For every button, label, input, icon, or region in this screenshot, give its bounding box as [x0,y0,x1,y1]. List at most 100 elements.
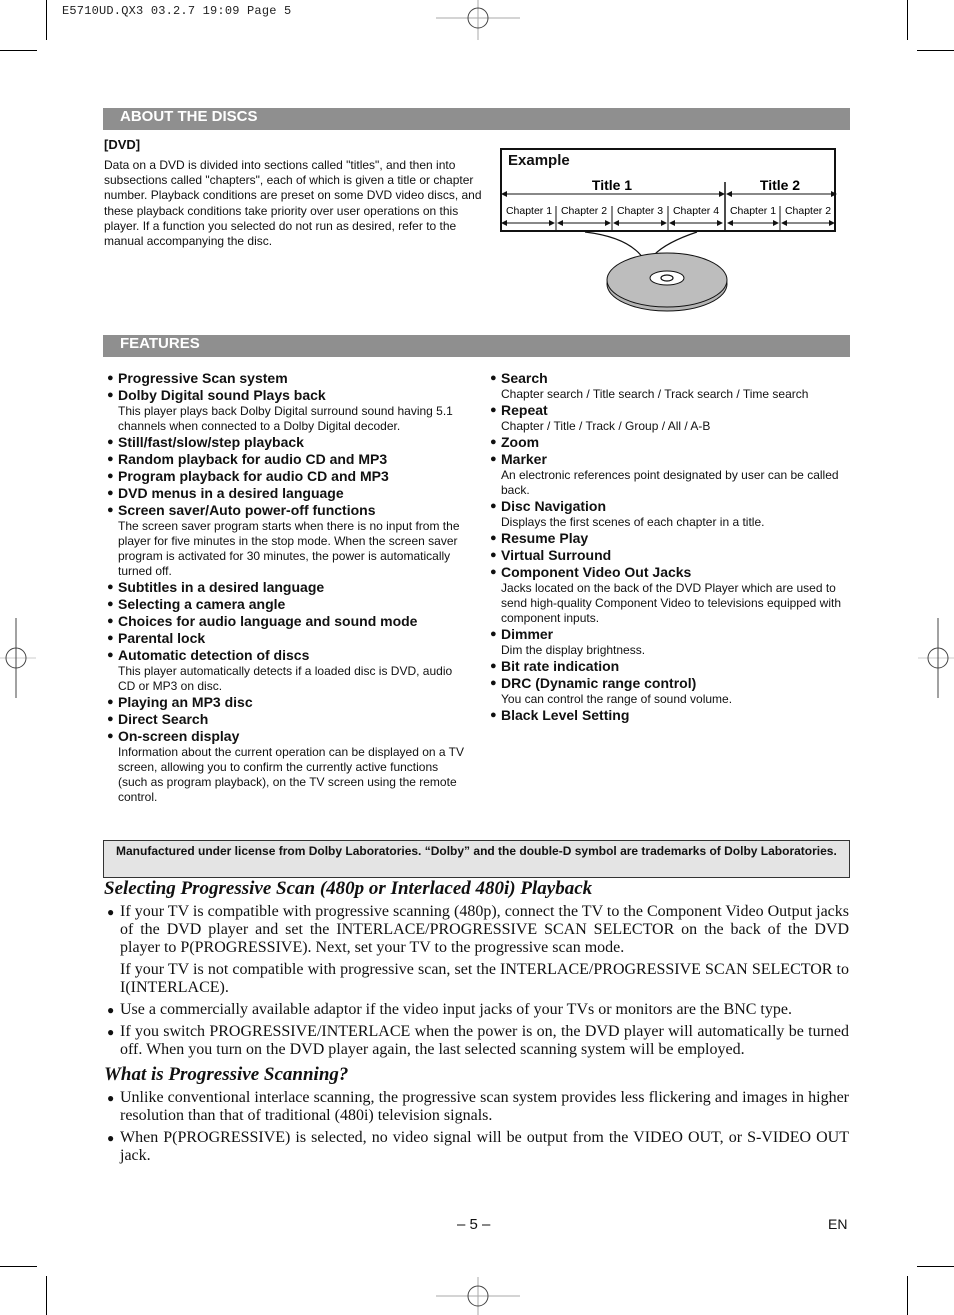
feature-item: ● On-screen display Information about the … [104,728,464,805]
feature-item: ● Playing an MP3 disc [104,694,464,711]
feature-item: ● Search Chapter search / Title search / T… [487,370,849,402]
feature-title: Choices for audio language and sound mod… [118,613,418,629]
feature-title: Subtitles in a desired language [118,579,325,595]
feature-title: Bit rate indication [501,658,620,674]
bullet-icon: ● [490,372,497,384]
bullet-icon: ● [107,436,114,448]
crop-mark [917,1266,954,1267]
bullet-icon: ● [490,566,497,578]
registration-mark-icon [436,0,520,40]
crop-mark [907,0,908,40]
feature-item: ● Program playback for audio CD and MP3 [104,468,464,485]
feature-title: Random playback for audio CD and MP3 [118,451,388,467]
feature-description: Jacks located on the back of the DVD Pla… [501,581,842,625]
feature-item: ● Selecting a camera angle [104,596,464,613]
bullet-icon: ● [490,453,497,465]
feature-title: Dimmer [501,626,554,642]
feature-item: ● Choices for audio language and sound mo… [104,613,464,630]
bullet-icon: ● [107,696,114,708]
feature-item: ● Repeat Chapter / Title / Track / Group /… [487,402,849,434]
what-is-item: ● Unlike conventional interlace scanning,… [104,1089,849,1125]
feature-title: Parental lock [118,630,206,646]
bullet-icon: ● [107,632,114,644]
chapter-label: Chapter 1 [730,205,776,217]
feature-item: ● Random playback for audio CD and MP3 [104,451,464,468]
feature-title: Automatic detection of discs [118,647,310,663]
feature-description: Chapter / Title / Track / Group / All / … [501,419,711,433]
feature-title: Dolby Digital sound Plays back [118,387,326,403]
feature-item: ● DVD menus in a desired language [104,485,464,502]
feature-item: ● Zoom [487,434,849,451]
progressive-item: ● If you switch PROGRESSIVE/INTERLACE whe… [104,1023,849,1059]
title-2-label: Title 2 [760,177,800,193]
chapter-label: Chapter 4 [673,205,719,217]
what-is-heading: What is Progressive Scanning? [104,1064,349,1085]
feature-description: You can control the range of sound volum… [501,692,733,706]
feature-item: ● Component Video Out Jacks Jacks located … [487,564,849,626]
feature-item: ● Parental lock [104,630,464,647]
bullet-icon: ● [107,1131,115,1145]
feature-title: Screen saver/Auto power-off functions [118,502,376,518]
feature-title: Still/fast/slow/step playback [118,434,304,450]
progressive-item: ● If your TV is compatible with progressi… [104,903,849,997]
progressive-paragraph: If your TV is compatible with progressiv… [120,903,849,956]
bullet-icon: ● [490,549,497,561]
feature-item: ● Dolby Digital sound Plays back This play… [104,387,464,434]
feature-title: Resume Play [501,530,589,546]
feature-item: ● Black Level Setting [487,707,849,724]
feature-title: DVD menus in a desired language [118,485,344,501]
bullet-icon: ● [490,436,497,448]
what-is-item: ● When P(PROGRESSIVE) is selected, no vid… [104,1129,849,1165]
bullet-icon: ● [107,649,114,661]
progressive-paragraph: Use a commercially available adaptor if … [120,1001,792,1018]
registration-mark-icon [436,1277,520,1315]
bullet-icon: ● [490,660,497,672]
feature-title: Search [501,370,548,386]
what-is-paragraph: When P(PROGRESSIVE) is selected, no vide… [120,1129,849,1164]
bullet-icon: ● [107,615,114,627]
feature-description: An electronic references point designate… [501,468,839,497]
chapter-label: Chapter 3 [617,205,663,217]
section-header-about-discs: ABOUT THE DISCS [103,108,850,130]
crop-mark [0,1266,37,1267]
feature-title: Disc Navigation [501,498,607,514]
dvd-disc-icon [606,252,728,312]
bullet-icon: ● [107,730,114,742]
dvd-description: Data on a DVD is divided into sections c… [104,158,482,249]
bullet-icon: ● [107,372,114,384]
bullet-icon: ● [107,1091,115,1105]
feature-title: Zoom [501,434,540,450]
feature-item: ● Dimmer Dim the display brightness. [487,626,849,658]
progressive-paragraph: If your TV is not compatible with progre… [120,961,849,996]
feature-description: This player plays back Dolby Digital sur… [118,404,453,433]
feature-item: ● Screen saver/Auto power-off functions Th… [104,502,464,579]
page-number: – 5 – [457,1216,491,1233]
title-chapter-diagram: Title 1 Title 2 Chapter 1 Chapter 2 Chap… [501,177,837,312]
feature-description: Dim the display brightness. [501,643,646,657]
feature-description: This player automatically detects if a l… [118,664,453,693]
bullet-icon: ● [490,532,497,544]
progressive-heading: Selecting Progressive Scan (480p or Inte… [104,878,593,899]
feature-item: ● Resume Play [487,530,849,547]
feature-title: Repeat [501,402,548,418]
feature-title: Direct Search [118,711,209,727]
bullet-icon: ● [107,453,114,465]
feature-description: The screen saver program starts when the… [118,519,460,578]
feature-item: ● DRC (Dynamic range control) You can cont… [487,675,849,707]
feature-title: Component Video Out Jacks [501,564,692,580]
feature-title: Marker [501,451,547,467]
bullet-icon: ● [490,677,497,689]
feature-item: ● Marker An electronic references point de… [487,451,849,498]
bullet-icon: ● [107,905,115,919]
features-list-left: ● Progressive Scan system ● Dolby Digital s… [104,370,464,805]
progressive-paragraph: If you switch PROGRESSIVE/INTERLACE when… [120,1023,849,1058]
section-underline [103,354,850,357]
bullet-icon: ● [107,598,114,610]
title-1-label: Title 1 [592,177,632,193]
print-slug: E5710UD.QX3 03.2.7 19:09 Page 5 [62,4,292,18]
progressive-list: ● If your TV is compatible with progressi… [104,903,849,1063]
chapter-label: Chapter 1 [506,205,552,217]
feature-description: Displays the first scenes of each chapte… [501,515,765,529]
language-code: EN [828,1216,848,1232]
bullet-icon: ● [107,581,114,593]
